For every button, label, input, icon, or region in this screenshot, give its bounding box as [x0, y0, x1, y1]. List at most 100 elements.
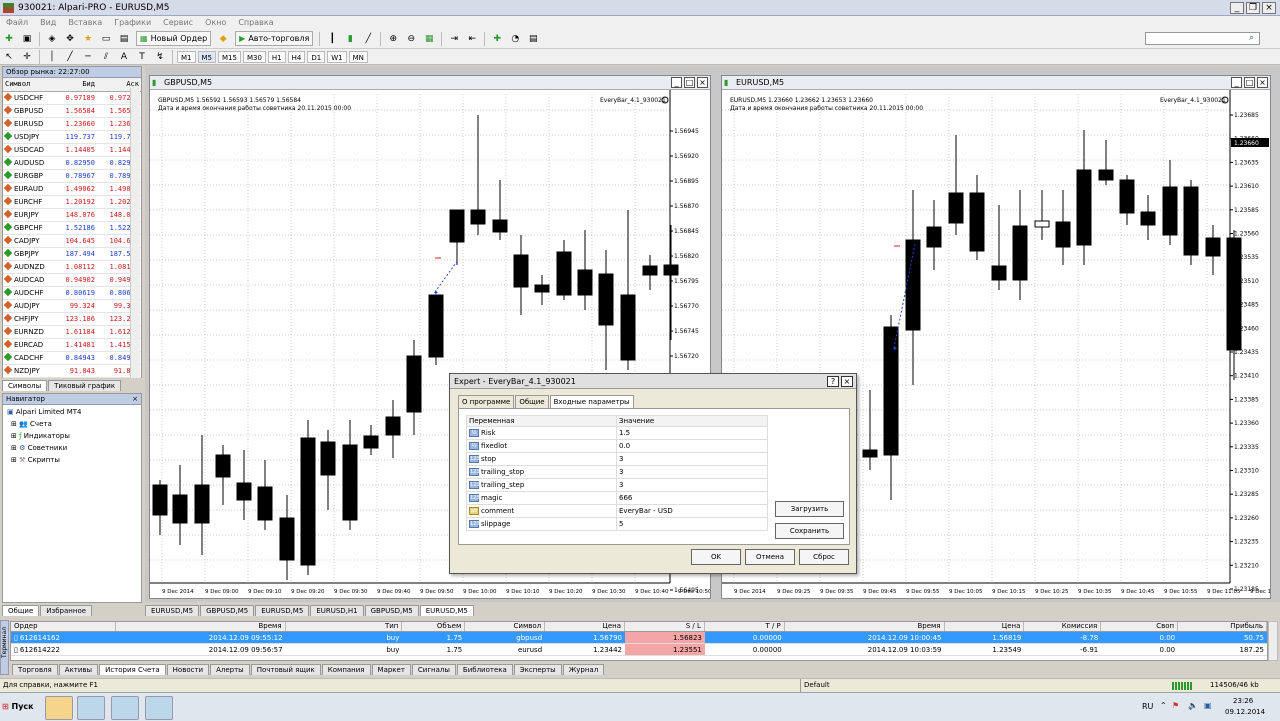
terminal-row[interactable]: ▯ 612614162 2014.12.09 09:55:12 buy 1.75 gbpu…: [11, 632, 1267, 644]
data-window-icon[interactable]: ✥: [63, 32, 77, 46]
terminal-tab[interactable]: Маркет: [371, 664, 411, 675]
periods-icon[interactable]: ◔: [508, 32, 522, 46]
tray-flag-icon[interactable]: ▣: [1204, 701, 1212, 710]
market-watch-row[interactable]: EURAUD 1.49062 1.49083: [3, 182, 141, 196]
tab-inputs[interactable]: Входные параметры: [549, 395, 634, 408]
terminal-tab[interactable]: Торговля: [12, 664, 58, 675]
timeframe-h1[interactable]: H1: [267, 50, 286, 63]
param-row[interactable]: ½ Risk 1.5: [466, 426, 768, 440]
param-row[interactable]: 123slippage 5: [466, 517, 768, 531]
terminal-tab[interactable]: Эксперты: [513, 664, 562, 675]
market-watch-row[interactable]: EURJPY 148.076 148.090: [3, 208, 141, 222]
terminal-icon[interactable]: ▭: [99, 32, 113, 46]
navigator-item-indicators[interactable]: ⊞ ƒ Индикаторы: [7, 432, 137, 444]
chart-close-button[interactable]: ×: [697, 77, 708, 88]
chart-maximize-button[interactable]: □: [1244, 77, 1255, 88]
arrows-icon[interactable]: ↯: [153, 50, 167, 64]
market-watch-row[interactable]: USDCHF 0.97189 0.97203: [3, 91, 141, 105]
dialog-close-button[interactable]: ×: [841, 376, 853, 387]
navigator-item-accounts[interactable]: ⊞ 👥 Счета: [7, 420, 137, 432]
col-symbol[interactable]: Символ: [3, 78, 53, 92]
menu-item-3[interactable]: Графики: [114, 18, 151, 27]
param-row[interactable]: 123stop 3: [466, 452, 768, 466]
col-bid[interactable]: Бид: [53, 78, 97, 92]
start-button[interactable]: ⊞ Пуск: [2, 697, 38, 717]
market-watch-row[interactable]: AUDNZD 1.08112 1.08145: [3, 260, 141, 274]
menu-item-1[interactable]: Вид: [40, 18, 56, 27]
profiles-icon[interactable]: ▣: [20, 32, 34, 46]
text-icon[interactable]: A: [117, 50, 131, 64]
ok-button[interactable]: OK: [691, 549, 741, 565]
terminal-scrollbar[interactable]: [1268, 621, 1278, 661]
chart-tab[interactable]: EURUSD,M5: [419, 605, 474, 616]
param-row[interactable]: 123trailing_stop 3: [466, 465, 768, 479]
indicators-icon[interactable]: ✚: [490, 32, 504, 46]
cursor-icon[interactable]: ↖: [2, 50, 16, 64]
chart-tab[interactable]: EURUSD,H1: [310, 605, 364, 616]
zoom-in-icon[interactable]: ⊕: [386, 32, 400, 46]
market-watch-row[interactable]: AUDJPY 99.324 99.342: [3, 299, 141, 313]
market-watch-icon[interactable]: ◈: [45, 32, 59, 46]
metaeditor-icon[interactable]: ◆: [216, 32, 230, 46]
terminal-tab[interactable]: Журнал: [562, 664, 605, 675]
terminal-tab[interactable]: Новости: [166, 664, 210, 675]
tray-volume-icon[interactable]: 🔈: [1188, 701, 1198, 710]
chart-tab[interactable]: GBPUSD,M5: [364, 605, 419, 616]
taskbar-mt4-icon[interactable]: [111, 696, 139, 720]
terminal-col-2[interactable]: Тип: [286, 622, 403, 631]
minimize-button[interactable]: _: [1230, 1, 1244, 14]
tab-common[interactable]: Общие: [2, 605, 40, 616]
market-watch-row[interactable]: AUDCHF 0.80619 0.80642: [3, 286, 141, 300]
cancel-button[interactable]: Отмена: [745, 549, 795, 565]
market-watch-row[interactable]: GBPCHF 1.52186 1.52215: [3, 221, 141, 235]
terminal-tab[interactable]: Активы: [58, 664, 99, 675]
param-row[interactable]: 123magic 666: [466, 491, 768, 505]
autotrading-button[interactable]: ▶ Авто-торговля: [235, 31, 314, 46]
navigator-root[interactable]: ▣ Alpari Limited MT4: [7, 408, 137, 420]
terminal-col-1[interactable]: Время: [116, 622, 286, 631]
param-row[interactable]: ab comment EveryBar - USD: [466, 504, 768, 518]
tray-network-icon[interactable]: ⚑: [1172, 701, 1179, 710]
chart-shift-icon[interactable]: ⇤: [465, 32, 479, 46]
bar-chart-icon[interactable]: ┃: [325, 32, 339, 46]
market-watch-row[interactable]: CHFJPY 123.186 123.208: [3, 312, 141, 326]
label-icon[interactable]: T: [135, 50, 149, 64]
clock-time[interactable]: 23:26: [1233, 697, 1253, 705]
terminal-tab[interactable]: Алерты: [210, 664, 250, 675]
market-watch-row[interactable]: NZDJPY 91.843 91.874: [3, 364, 141, 378]
taskbar-mt4-icon[interactable]: [145, 696, 173, 720]
market-watch-row[interactable]: GBPUSD 1.56584 1.56598: [3, 104, 141, 118]
param-row[interactable]: 123trailing_step 3: [466, 478, 768, 492]
terminal-tab[interactable]: Почтовый ящик: [250, 664, 321, 675]
search-icon[interactable]: ⌕: [1249, 33, 1254, 43]
chart-tab[interactable]: EURUSD,M5: [255, 605, 310, 616]
timeframe-mn[interactable]: MN: [348, 50, 368, 63]
chart-minimize-button[interactable]: _: [671, 77, 682, 88]
new-chart-icon[interactable]: ✚: [2, 32, 16, 46]
terminal-col-0[interactable]: Ордер: [11, 622, 116, 631]
candle-chart-icon[interactable]: ▮: [343, 32, 357, 46]
tab-favorites[interactable]: Избранное: [40, 605, 93, 616]
trendline-icon[interactable]: ╱: [63, 50, 77, 64]
crosshair-icon[interactable]: ✛: [20, 50, 34, 64]
chart-maximize-button[interactable]: □: [684, 77, 695, 88]
timeframe-m15[interactable]: M15: [218, 50, 241, 63]
templates-icon[interactable]: ▤: [526, 32, 540, 46]
chart-tab[interactable]: GBPUSD,M5: [200, 605, 255, 616]
taskbar-mt4-icon[interactable]: [77, 696, 105, 720]
market-watch-row[interactable]: USDCAD 1.14405 1.14422: [3, 143, 141, 157]
param-row[interactable]: ½ fixedlot 0.0: [466, 439, 768, 453]
terminal-row[interactable]: ▯ 612614222 2014.12.09 09:56:57 buy 1.75 euru…: [11, 644, 1267, 656]
market-watch-row[interactable]: GBPJPY 187.494 187.520: [3, 247, 141, 261]
market-watch-row[interactable]: AUDCAD 0.94902 0.94924: [3, 273, 141, 287]
menu-item-5[interactable]: Окно: [205, 18, 226, 27]
market-watch-row[interactable]: CADJPY 104.645 104.664: [3, 234, 141, 248]
load-button[interactable]: Загрузить: [775, 501, 844, 517]
new-order-button[interactable]: ▦ Новый Ордер: [136, 31, 212, 46]
terminal-col-5[interactable]: Цена: [545, 622, 626, 631]
menu-item-4[interactable]: Сервис: [163, 18, 193, 27]
vertical-line-icon[interactable]: │: [45, 50, 59, 64]
language-indicator[interactable]: RU: [1142, 702, 1153, 711]
terminal-tab[interactable]: Компания: [321, 664, 371, 675]
autoscroll-icon[interactable]: ⇥: [447, 32, 461, 46]
